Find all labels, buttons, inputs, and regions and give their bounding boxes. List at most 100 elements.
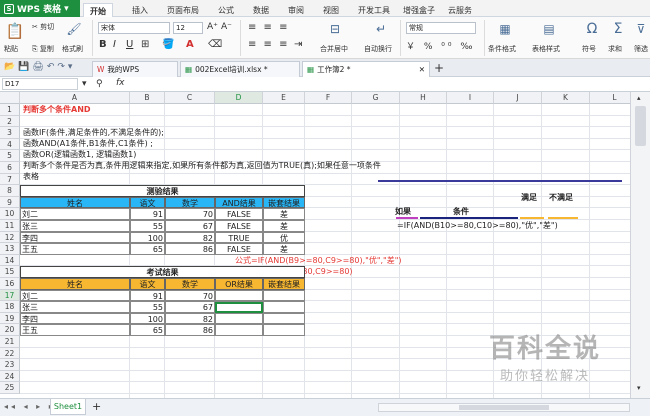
conditional-format-button[interactable]: 条件格式 [488,44,516,54]
tab-enhance-box[interactable]: 增强盒子 [403,5,435,17]
tab-view[interactable]: 视图 [323,5,339,17]
table-cell[interactable]: 优 [263,231,305,244]
row-header[interactable]: 18 [0,301,20,313]
table-cell[interactable]: FALSE [215,220,263,232]
chevron-down-icon[interactable]: ▾ [637,384,641,392]
chevron-down-icon[interactable]: ▾ [82,79,87,89]
tab-cloud[interactable]: 云服务 [448,5,472,17]
table-cell[interactable]: FALSE [215,208,263,220]
table-cell[interactable]: 王五 [20,243,130,255]
filter-button[interactable]: 筛选 [634,44,648,54]
font-name-select[interactable]: 宋体 [98,22,170,34]
add-sheet-icon[interactable]: + [92,400,101,413]
table-cell[interactable]: 李四 [20,231,130,244]
sigma-icon[interactable]: Σ [610,20,626,38]
sheet-tab-sheet1[interactable]: Sheet1 [50,399,86,415]
row-header[interactable]: 6 [0,162,20,174]
horizontal-scrollbar[interactable] [378,403,630,412]
table-cell[interactable]: 刘二 [20,208,130,220]
table-cell[interactable]: TRUE [215,231,263,244]
table-cell[interactable]: 100 [130,312,165,325]
row-header[interactable]: 9 [0,196,20,209]
format-painter-label[interactable]: 格式刷 [62,44,83,54]
table-cell[interactable]: 55 [130,301,165,313]
tab-review[interactable]: 审阅 [288,5,304,17]
row-header[interactable]: 14 [0,254,20,267]
table-title[interactable]: 测验结果 [20,185,305,197]
wrap-text-icon[interactable]: ↵ [372,21,390,37]
table-header-cell[interactable]: 数学 [165,278,215,290]
row-header[interactable]: 2 [0,115,20,128]
italic-icon[interactable]: I [113,39,116,50]
table-cell[interactable]: 91 [130,289,165,302]
table-cell[interactable]: 67 [165,301,215,313]
row-header[interactable]: 20 [0,324,20,336]
grow-font-icon[interactable]: A⁺ [207,22,218,32]
select-all-corner[interactable] [0,92,20,104]
table-cell[interactable] [263,289,305,302]
font-color-icon[interactable]: A [186,39,194,50]
vertical-scrollbar[interactable]: ▴ ▾ [630,92,650,398]
row-header[interactable]: 19 [0,312,20,325]
table-cell[interactable]: 70 [165,289,215,302]
table-cell[interactable]: 王五 [20,324,130,336]
format-painter-icon[interactable]: 🖌 [66,20,82,38]
table-header-cell[interactable]: OR结果 [215,278,263,290]
column-header[interactable]: H [400,92,447,104]
paste-icon[interactable]: 📋 [6,21,25,41]
table-cell[interactable] [263,312,305,325]
row-header[interactable]: 12 [0,231,20,244]
row-header[interactable]: 22 [0,347,20,360]
table-header-cell[interactable]: 语文 [130,278,165,290]
row-header[interactable]: 3 [0,127,20,139]
tab-formula[interactable]: 公式 [218,5,234,17]
app-menu-button[interactable]: S WPS 表格 ▾ [0,0,80,17]
column-header[interactable]: G [352,92,400,104]
tab-developer[interactable]: 开发工具 [358,5,390,17]
row-header[interactable]: 23 [0,359,20,371]
column-header[interactable]: F [305,92,352,104]
row-header[interactable]: 7 [0,173,20,186]
table-style-button[interactable]: 表格样式 [532,44,560,54]
row-header[interactable]: 1 [0,104,20,116]
chevron-up-icon[interactable]: ▴ [637,94,641,102]
number-format-select[interactable]: 常规 [406,22,476,34]
scroll-thumb[interactable] [459,405,549,410]
table-header-cell[interactable]: 姓名 [20,278,130,290]
new-tab-icon[interactable]: + [434,61,444,75]
tab-insert[interactable]: 插入 [132,5,148,17]
close-icon[interactable]: ✕ [419,65,425,74]
sum-button[interactable]: 求和 [608,44,622,54]
row-header[interactable]: 24 [0,370,20,383]
table-cell[interactable]: 张三 [20,220,130,232]
conditional-format-icon[interactable]: ▦ [496,21,514,37]
table-cell[interactable]: 82 [165,312,215,325]
column-header[interactable]: L [590,92,630,104]
merge-center-button[interactable]: 合并居中 [320,44,348,54]
table-cell[interactable]: 100 [130,231,165,244]
row-header[interactable]: 11 [0,220,20,232]
row-header[interactable]: 8 [0,185,20,197]
table-cell[interactable] [215,312,263,325]
table-cell[interactable]: 67 [165,220,215,232]
table-header-cell[interactable]: 嵌套结果 [263,196,305,209]
table-cell[interactable]: 差 [263,243,305,255]
filter-icon[interactable]: ⊽ [634,20,648,38]
table-header-cell[interactable]: 嵌套结果 [263,278,305,290]
table-cell[interactable] [215,324,263,336]
fill-color-icon[interactable]: 🪣 [162,39,174,50]
row-header[interactable]: 17 [0,289,20,302]
table-header-cell[interactable]: 姓名 [20,196,130,209]
tab-page-layout[interactable]: 页面布局 [167,5,199,17]
table-header-cell[interactable]: 数学 [165,196,215,209]
row-header[interactable]: 21 [0,336,20,348]
row-header[interactable]: 10 [0,208,20,220]
column-header[interactable]: C [165,92,215,104]
table-cell[interactable]: 70 [165,208,215,220]
underline-icon[interactable]: U [126,39,133,50]
column-header[interactable]: K [542,92,590,104]
table-cell[interactable]: 65 [130,243,165,255]
table-cell[interactable]: 86 [165,243,215,255]
fx-icon[interactable]: fx [116,78,125,88]
column-header[interactable]: D [215,92,263,104]
